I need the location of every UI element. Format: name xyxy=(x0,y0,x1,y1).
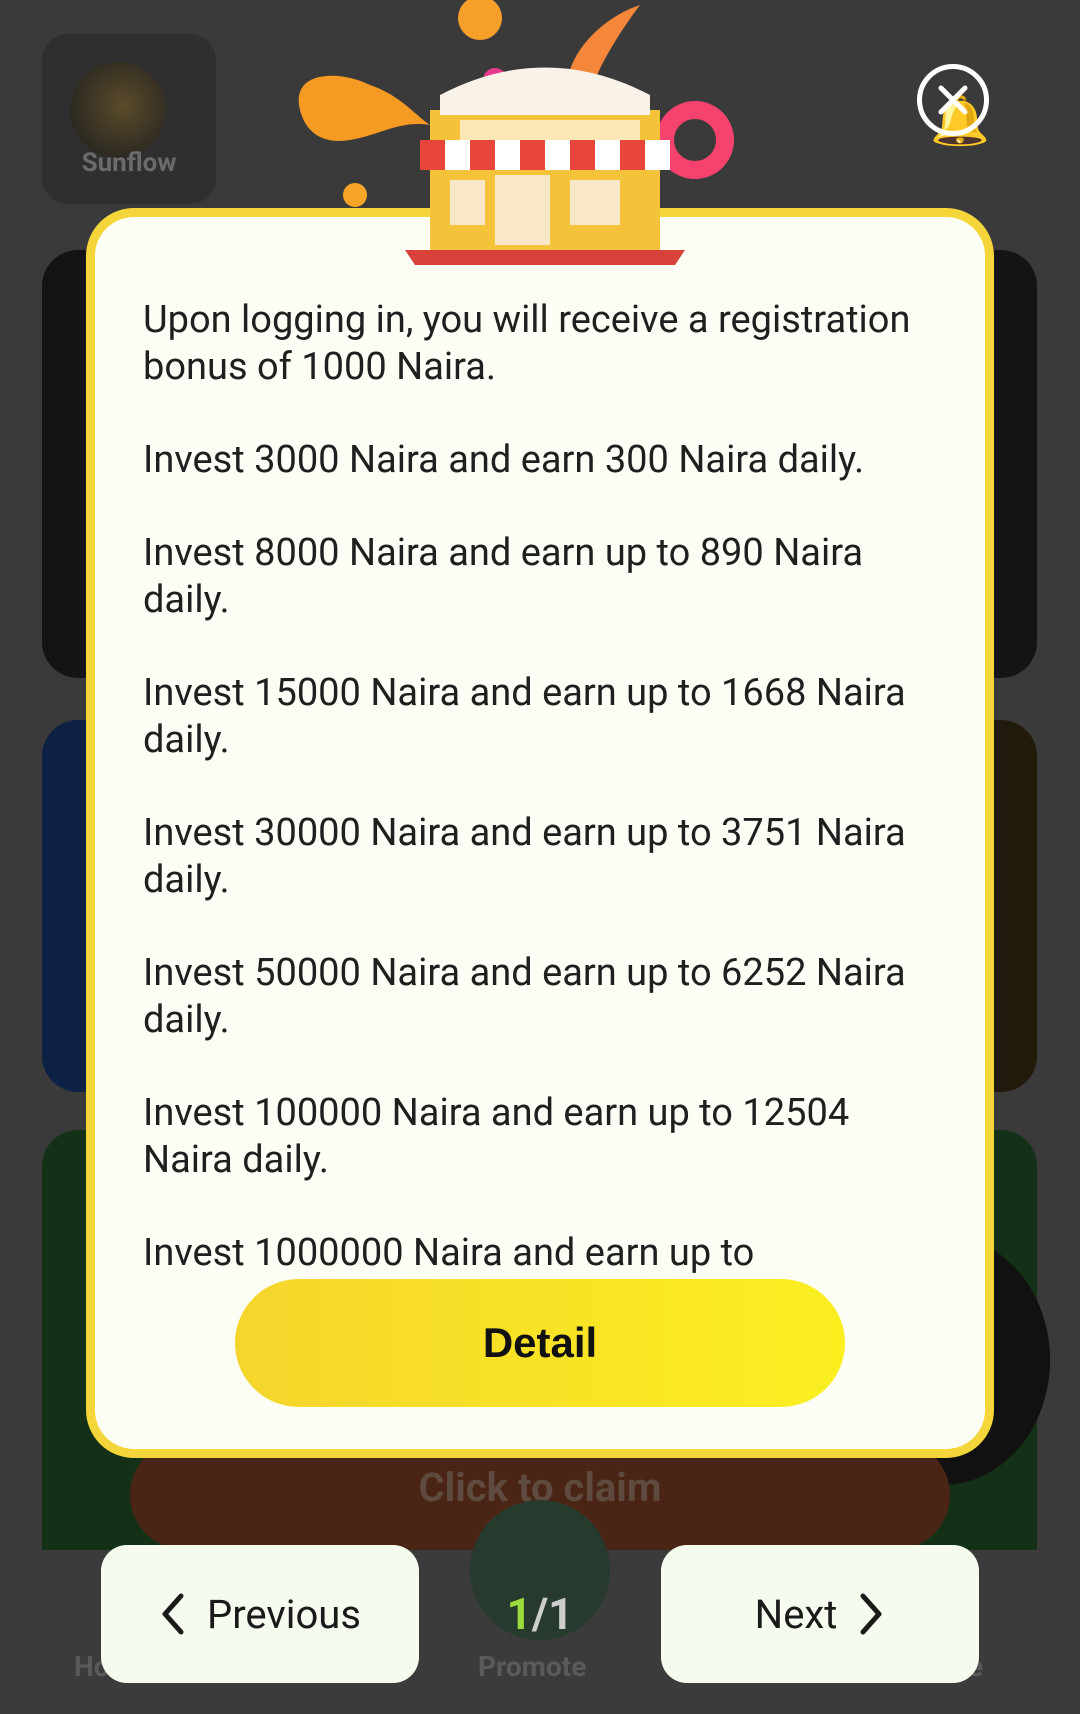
chevron-right-icon xyxy=(860,1593,882,1635)
detail-button[interactable]: Detail xyxy=(235,1279,845,1407)
promo-text-scroll[interactable]: Upon logging in, you will receive a regi… xyxy=(143,297,933,1279)
close-button[interactable] xyxy=(917,64,989,136)
promo-paragraph: Upon logging in, you will receive a regi… xyxy=(143,298,911,389)
app-logo-label: Sunflow xyxy=(81,148,177,178)
promo-paragraph: Invest 100000 Naira and earn up to 12504… xyxy=(143,1091,850,1182)
app-logo: Sunflow xyxy=(42,34,216,204)
promo-modal: Upon logging in, you will receive a regi… xyxy=(86,208,994,1458)
chevron-left-icon xyxy=(162,1593,184,1635)
total-pages: /1 xyxy=(531,1588,574,1640)
tab-promote-label: Promote xyxy=(478,1650,587,1683)
promo-paragraph: Invest 8000 Naira and earn up to 890 Nai… xyxy=(143,531,864,622)
previous-button[interactable]: Previous xyxy=(101,1545,419,1683)
promo-paragraph: Invest 1000000 Naira and earn up to xyxy=(143,1231,755,1275)
promo-paragraph: Invest 30000 Naira and earn up to 3751 N… xyxy=(143,811,906,902)
next-label: Next xyxy=(754,1590,838,1638)
current-page: 1 xyxy=(506,1588,532,1640)
sun-icon xyxy=(70,62,166,158)
store-illustration-icon xyxy=(298,0,734,265)
previous-label: Previous xyxy=(207,1590,361,1638)
promo-paragraph: Invest 15000 Naira and earn up to 1668 N… xyxy=(143,671,906,762)
promo-paragraph: Invest 50000 Naira and earn up to 6252 N… xyxy=(143,951,906,1042)
next-button[interactable]: Next xyxy=(661,1545,979,1683)
page-indicator: 1/1 xyxy=(470,1588,610,1640)
promo-paragraph: Invest 3000 Naira and earn 300 Naira dai… xyxy=(143,438,865,482)
close-icon xyxy=(938,85,968,115)
